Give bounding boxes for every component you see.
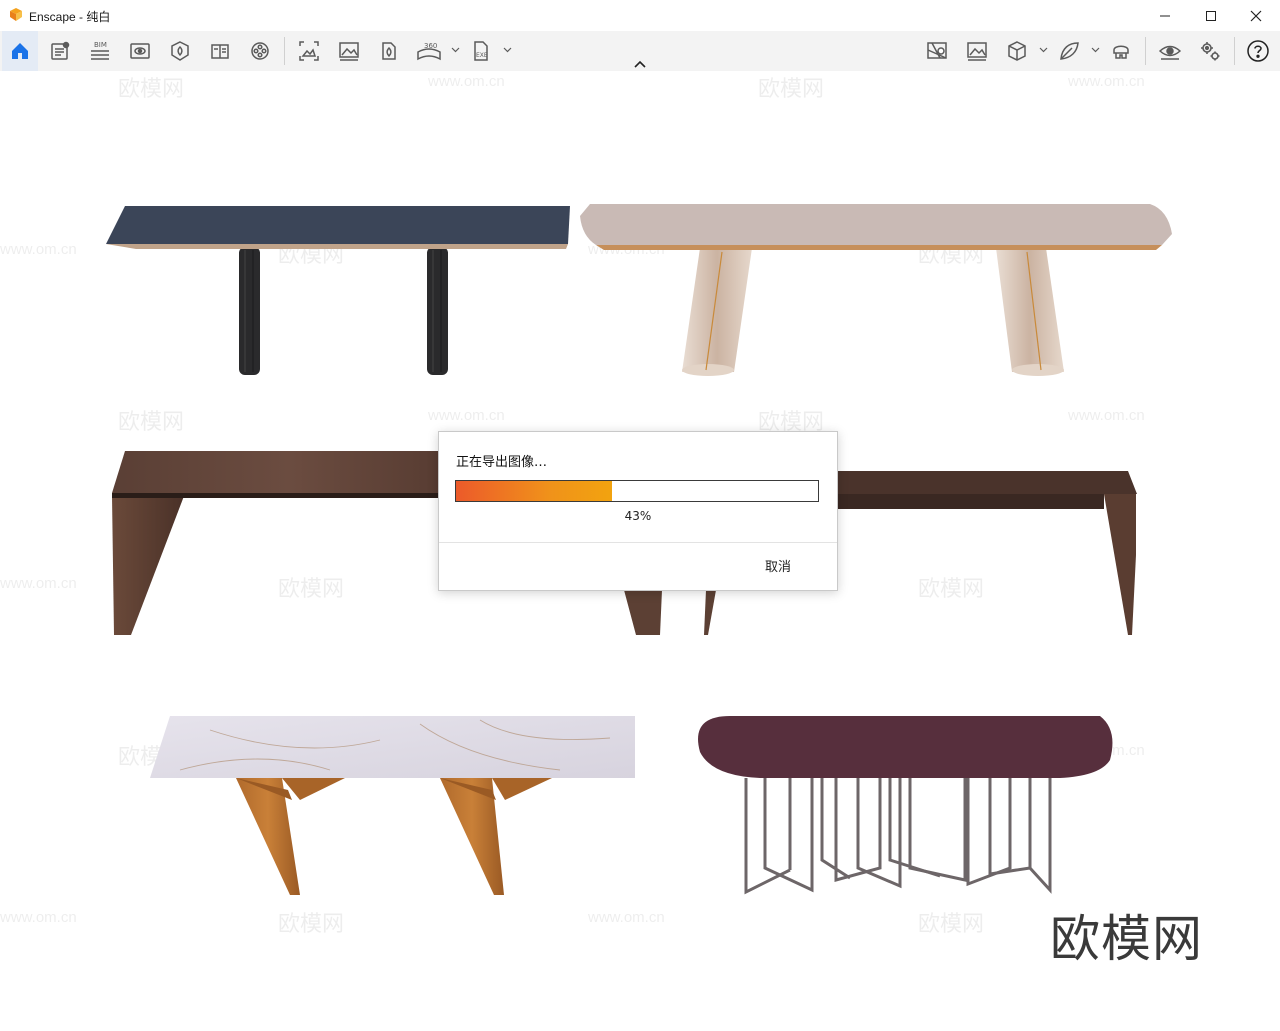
svg-text:BIM: BIM (94, 41, 107, 49)
leaf-icon (1060, 42, 1079, 60)
screenshot-button[interactable] (291, 31, 327, 71)
chevron-down-icon (503, 47, 511, 53)
table-blush (580, 204, 1172, 376)
enscape-logo-icon (10, 8, 22, 21)
views-icon (130, 43, 150, 59)
toolbar-separator (1234, 37, 1235, 65)
brand-watermark: 欧模网 (1050, 910, 1203, 968)
minimize-icon (1160, 15, 1170, 16)
close-icon (1250, 10, 1262, 21)
cube-icon (1008, 41, 1026, 61)
table-marble (150, 716, 635, 895)
dialog-divider (439, 542, 837, 543)
asset-dropdown[interactable] (1038, 45, 1048, 55)
visual-settings-button[interactable] (1152, 31, 1188, 71)
toolbar-separator (284, 37, 285, 65)
exe-dropdown[interactable] (502, 45, 512, 55)
site-context-icon (171, 41, 189, 61)
panorama-360-icon: 360 (417, 42, 441, 61)
export-progress-dialog: 正在导出图像… 43% 取消 (438, 431, 838, 591)
settings-button[interactable] (1192, 31, 1228, 71)
window-title: Enscape - 纯白 (29, 10, 111, 24)
exe-export-icon: EXE (474, 41, 488, 61)
minimize-button[interactable] (1142, 0, 1188, 31)
book-button[interactable] (202, 31, 238, 71)
views-button[interactable] (122, 31, 158, 71)
material-button[interactable] (1051, 31, 1087, 71)
close-button[interactable] (1233, 0, 1279, 31)
notes-icon (51, 41, 70, 60)
image-gallery-icon (967, 42, 987, 61)
table-plum (698, 716, 1113, 895)
panorama-dropdown[interactable] (450, 45, 460, 55)
title-bar: Enscape - 纯白 (0, 0, 1280, 31)
notes-button[interactable] (42, 31, 78, 71)
progress-fill (456, 481, 612, 501)
map-pin-icon (927, 42, 947, 59)
help-icon (1247, 40, 1269, 62)
vr-button[interactable] (1103, 31, 1139, 71)
batch-render-icon (382, 42, 396, 60)
collapse-toolbar-button[interactable] (631, 57, 649, 71)
table-navy (106, 206, 570, 375)
home-icon (12, 43, 28, 59)
cancel-button[interactable]: 取消 (765, 556, 791, 575)
toolbar-separator (1145, 37, 1146, 65)
maximize-button[interactable] (1188, 0, 1234, 31)
bim-button[interactable]: BIM (82, 31, 118, 71)
eye-icon (1158, 45, 1182, 60)
asset-library-button[interactable] (999, 31, 1035, 71)
help-button[interactable] (1240, 31, 1276, 71)
map-button[interactable] (919, 31, 955, 71)
maximize-icon (1206, 10, 1216, 21)
chevron-down-icon (1091, 47, 1099, 53)
site-context-button[interactable] (162, 31, 198, 71)
video-button[interactable] (242, 31, 278, 71)
progress-percent: 43% (624, 509, 652, 523)
bim-icon: BIM (91, 41, 109, 60)
exe-export-button[interactable]: EXE (463, 31, 499, 71)
image-icon (339, 42, 359, 61)
settings-gears-icon (1201, 42, 1220, 61)
chevron-down-icon (1039, 47, 1047, 53)
home-button[interactable] (2, 31, 38, 71)
panorama-button[interactable]: 360 (411, 31, 447, 71)
screenshot-icon (299, 41, 319, 61)
chevron-down-icon (451, 47, 459, 53)
video-reel-icon (251, 42, 269, 60)
book-icon (211, 44, 229, 59)
material-dropdown[interactable] (1090, 45, 1100, 55)
vr-headset-icon (1113, 45, 1129, 59)
dialog-title: 正在导出图像… (456, 455, 548, 470)
image-button[interactable] (331, 31, 367, 71)
chevron-up-icon (634, 60, 646, 68)
svg-text:EXE: EXE (476, 52, 488, 59)
batch-render-button[interactable] (371, 31, 407, 71)
gallery-button[interactable] (959, 31, 995, 71)
progress-bar (455, 480, 819, 502)
